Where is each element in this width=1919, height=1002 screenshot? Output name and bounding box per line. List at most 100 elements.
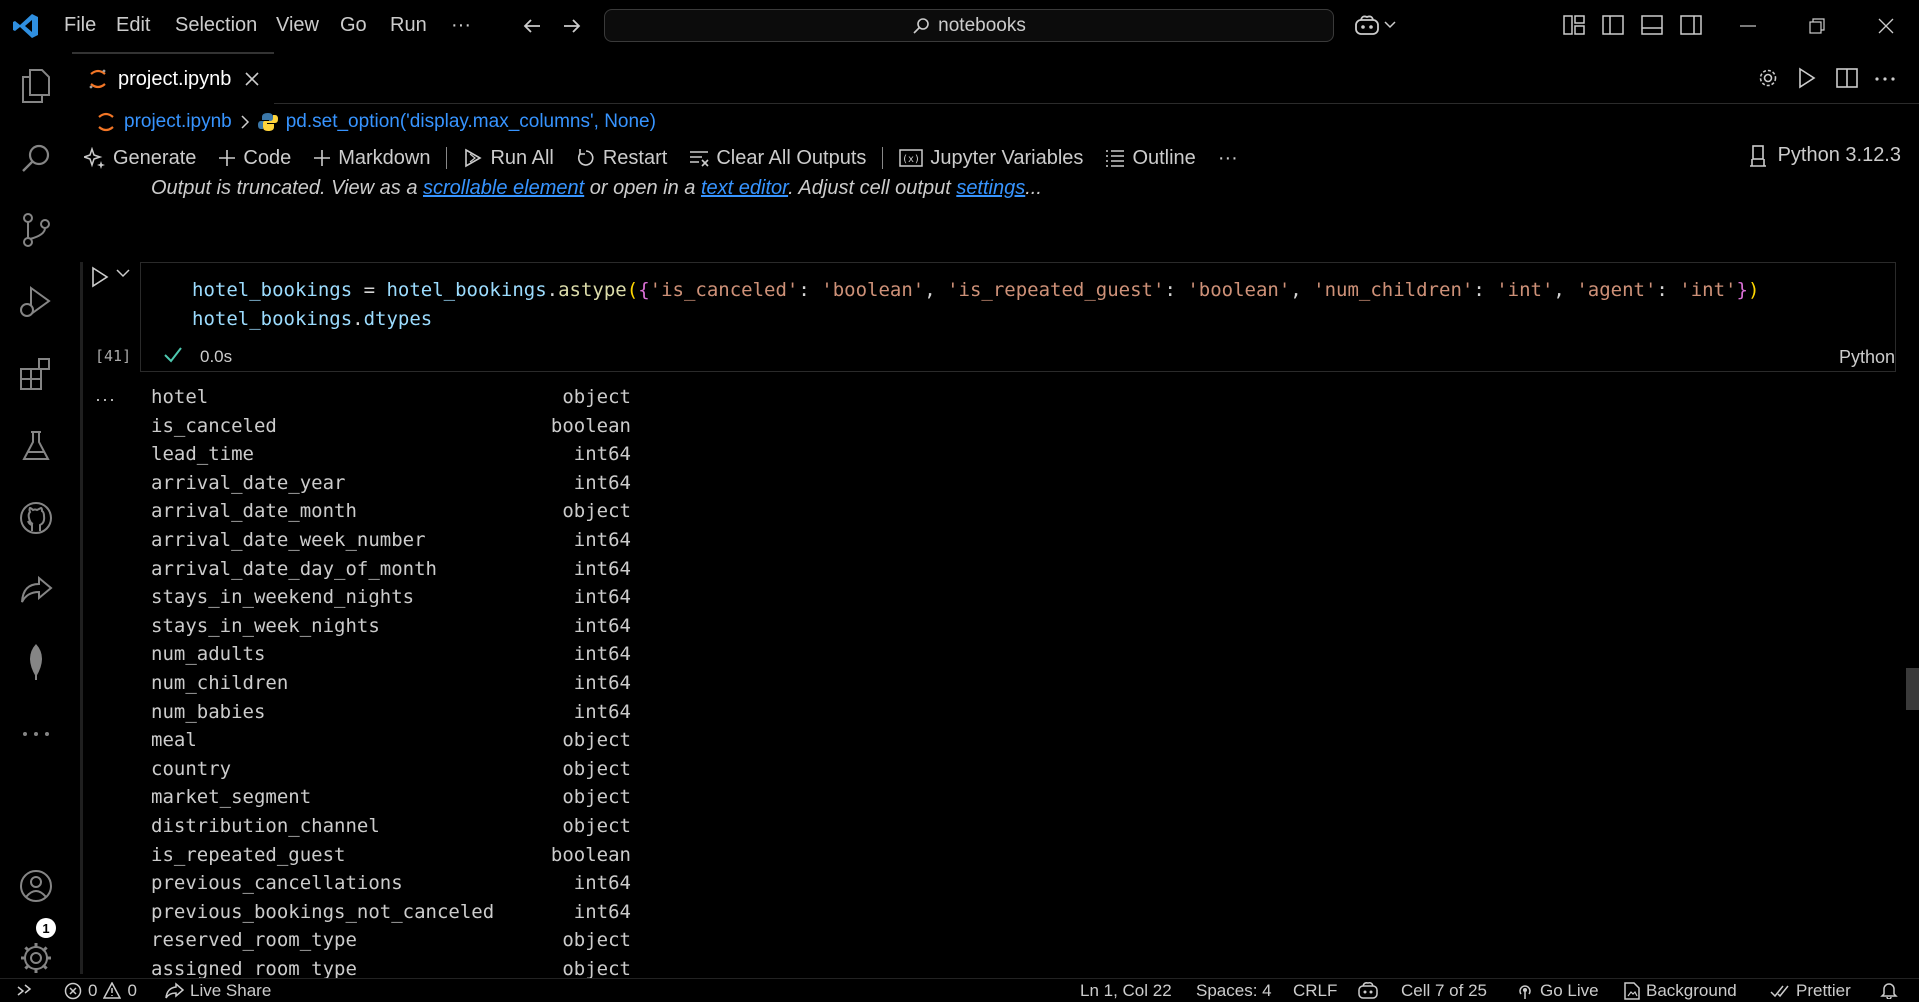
- column-dtype: int64: [573, 671, 631, 694]
- jupyter-variables-button[interactable]: (x) Jupyter Variables: [899, 147, 1083, 170]
- menu-view[interactable]: View: [276, 14, 319, 37]
- clear-all-icon: [690, 151, 709, 167]
- explorer-icon[interactable]: [16, 66, 56, 106]
- back-arrow-icon[interactable]: [520, 14, 544, 38]
- copilot-icon[interactable]: [1354, 14, 1396, 36]
- close-window-button[interactable]: [1866, 10, 1906, 42]
- cell-language[interactable]: Python: [1839, 347, 1895, 368]
- execute-options-button[interactable]: [116, 268, 130, 278]
- run-all-button[interactable]: Run All: [463, 147, 554, 170]
- more-views-icon[interactable]: [16, 714, 56, 754]
- scrollable-element-link[interactable]: scrollable element: [423, 177, 584, 199]
- split-editor-icon[interactable]: [1836, 67, 1858, 89]
- close-tab-icon[interactable]: [245, 72, 259, 86]
- customize-layout-icon[interactable]: [1563, 15, 1585, 35]
- column-dtype: object: [562, 957, 631, 980]
- restart-icon: [577, 149, 594, 166]
- generate-button[interactable]: Generate: [84, 147, 196, 170]
- toggle-secondary-sidebar-icon[interactable]: [1680, 15, 1702, 35]
- menu-more-button[interactable]: ···: [451, 14, 471, 37]
- indentation[interactable]: Spaces: 4: [1196, 981, 1272, 1001]
- chevron-down-icon: [116, 269, 130, 278]
- code-token: }: [1736, 279, 1748, 301]
- run-notebook-icon[interactable]: [1797, 67, 1817, 89]
- restart-button[interactable]: Restart: [576, 147, 667, 170]
- scrollbar-thumb[interactable]: [1906, 668, 1919, 710]
- column-name: arrival_date_month: [151, 500, 357, 523]
- cursor-position[interactable]: Ln 1, Col 22: [1080, 981, 1172, 1001]
- background-button[interactable]: Background: [1624, 981, 1737, 1001]
- breadcrumb-symbol[interactable]: pd.set_option('display.max_columns', Non…: [286, 111, 656, 133]
- toolbar-separator: [446, 147, 448, 169]
- menu-selection[interactable]: Selection: [175, 14, 257, 37]
- copilot-status[interactable]: [1357, 981, 1379, 999]
- column-dtype: int64: [573, 614, 631, 637]
- code-token: hotel_bookings: [386, 279, 547, 301]
- code-token: =: [352, 279, 387, 301]
- output-actions-button[interactable]: ···: [95, 389, 116, 410]
- manage-gear-icon[interactable]: [16, 938, 56, 978]
- code-token: dtypes: [363, 308, 433, 330]
- source-control-icon[interactable]: [16, 210, 56, 250]
- accounts-icon[interactable]: [16, 866, 56, 906]
- run-cell-button[interactable]: [90, 266, 110, 288]
- menu-edit[interactable]: Edit: [116, 14, 150, 37]
- problems-indicator[interactable]: 0 0: [64, 981, 137, 1001]
- go-live-button[interactable]: Go Live: [1516, 981, 1599, 1001]
- activity-bar: 1: [0, 52, 72, 978]
- tabbar-divider: [274, 103, 1919, 104]
- outline-button[interactable]: Outline: [1105, 147, 1196, 170]
- variables-icon: (x): [899, 149, 924, 167]
- output-truncated-message: Output is truncated. View as a scrollabl…: [151, 177, 1042, 199]
- forward-arrow-icon[interactable]: [560, 14, 584, 38]
- breadcrumb-file[interactable]: project.ipynb: [124, 111, 232, 133]
- code-token: .: [352, 308, 364, 330]
- column-name: num_babies: [151, 700, 266, 723]
- testing-flask-icon[interactable]: [16, 426, 56, 466]
- code-token: astype: [558, 279, 627, 301]
- cell-indicator[interactable]: Cell 7 of 25: [1401, 981, 1487, 1001]
- menu-run[interactable]: Run: [390, 14, 427, 37]
- output-row: num_babies int64: [151, 701, 631, 730]
- code-cell-editor[interactable]: hotel_bookings = hotel_bookings.astype({…: [140, 262, 1896, 372]
- tab-project-ipynb[interactable]: project.ipynb: [72, 52, 274, 104]
- toggle-panel-icon[interactable]: [1641, 15, 1663, 35]
- column-name: country: [151, 757, 232, 780]
- menu-go[interactable]: Go: [340, 14, 367, 37]
- settings-link[interactable]: settings: [956, 177, 1025, 199]
- add-code-cell-button[interactable]: Code: [218, 147, 291, 170]
- output-row: stays_in_week_nights int64: [151, 615, 631, 644]
- toggle-primary-sidebar-icon[interactable]: [1602, 15, 1624, 35]
- github-icon[interactable]: [16, 498, 56, 538]
- text-editor-link[interactable]: text editor: [701, 177, 788, 199]
- output-row: market_segment object: [151, 786, 631, 815]
- column-name: arrival_date_day_of_month: [151, 557, 437, 580]
- run-debug-icon[interactable]: [16, 282, 56, 322]
- output-row: distribution_channel object: [151, 815, 631, 844]
- remote-indicator[interactable]: [16, 981, 34, 999]
- add-markdown-cell-button[interactable]: Markdown: [313, 147, 430, 170]
- toolbar-more-button[interactable]: ···: [1218, 147, 1238, 170]
- column-name: meal: [151, 729, 197, 752]
- notebook-settings-gear-icon[interactable]: [1757, 67, 1779, 89]
- kernel-picker[interactable]: Python 3.12.3: [1748, 144, 1901, 167]
- mongodb-leaf-icon[interactable]: [16, 642, 56, 682]
- prettier-status[interactable]: Prettier: [1770, 981, 1851, 1001]
- output-row: num_adults int64: [151, 643, 631, 672]
- more-actions-icon[interactable]: [1874, 77, 1896, 81]
- column-dtype: int64: [573, 700, 631, 723]
- minimize-button[interactable]: [1728, 10, 1768, 42]
- code-token: ,: [1553, 279, 1577, 301]
- live-share-status[interactable]: Live Share: [164, 981, 271, 1001]
- command-center-search[interactable]: notebooks: [604, 9, 1334, 42]
- notifications-bell-icon[interactable]: [1880, 981, 1898, 999]
- restore-button[interactable]: [1797, 10, 1837, 42]
- search-view-icon[interactable]: [16, 138, 56, 178]
- live-share-icon[interactable]: [16, 570, 56, 610]
- end-of-line[interactable]: CRLF: [1293, 981, 1337, 1001]
- clear-all-outputs-button[interactable]: Clear All Outputs: [689, 147, 866, 170]
- extensions-icon[interactable]: [16, 354, 56, 394]
- menu-file[interactable]: File: [64, 14, 96, 37]
- column-name: is_repeated_guest: [151, 843, 346, 866]
- toolbar-separator: [882, 147, 884, 169]
